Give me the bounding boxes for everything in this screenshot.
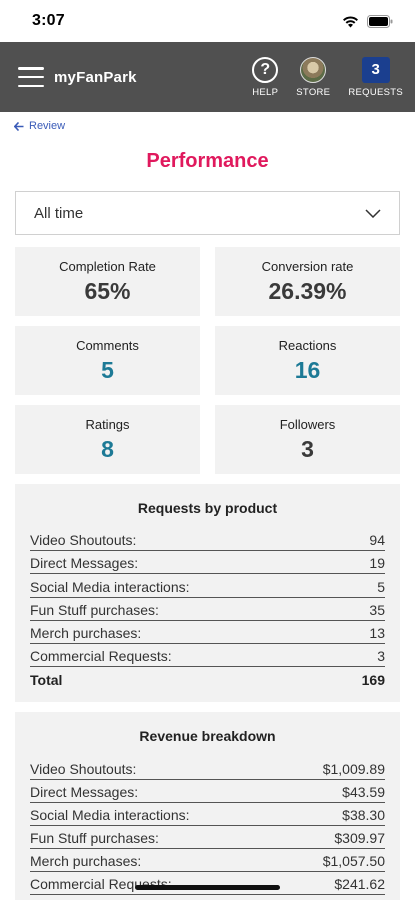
help-label: HELP	[252, 86, 279, 98]
status-icons	[342, 14, 393, 28]
row-label: Fun Stuff purchases:	[30, 830, 159, 847]
row-value: 13	[369, 624, 385, 641]
row-value: $241.62	[334, 876, 385, 893]
stat-value[interactable]: 8	[101, 436, 114, 463]
requests-count-badge: 3	[361, 56, 390, 83]
stat-value: 26.39%	[268, 277, 347, 304]
back-link[interactable]: Review	[0, 112, 415, 132]
battery-icon	[367, 14, 393, 28]
hamburger-menu-icon[interactable]	[18, 67, 44, 87]
table-row: Social Media interactions: 5	[30, 574, 385, 598]
table-row: Merch purchases: 13	[30, 621, 385, 644]
stat-value: 3	[301, 435, 314, 462]
table-total-row: Total 169	[30, 667, 385, 690]
table-row: Video Shoutouts: $1,009.89	[30, 756, 385, 780]
row-label: Video Shoutouts:	[30, 760, 137, 777]
total-label: Total	[30, 672, 63, 689]
row-value: $1,057.50	[322, 853, 385, 870]
page-title: Performance	[146, 150, 269, 172]
row-value: 3	[377, 648, 385, 665]
row-label: Direct Messages:	[30, 555, 139, 572]
stat-label: Reactions	[278, 337, 337, 353]
table-row: Commercial Requests: 3	[30, 644, 385, 668]
stat-value[interactable]: 16	[295, 357, 321, 384]
requests-by-product-card: Requests by product Video Shoutouts: 94 D…	[15, 484, 400, 703]
table-row: Fun Stuff purchases: 35	[30, 598, 385, 621]
row-value: $309.97	[334, 830, 385, 847]
row-value: 19	[369, 555, 385, 572]
requests-button[interactable]: 3 REQUESTS	[348, 56, 403, 98]
stat-value: 65%	[84, 277, 131, 304]
row-value: 94	[369, 532, 385, 549]
back-arrow-icon	[14, 121, 24, 131]
stat-card-ratings[interactable]: Ratings 8	[15, 405, 200, 474]
row-label: Social Media interactions:	[30, 806, 190, 823]
table-row: Merch purchases: $1,057.50	[30, 849, 385, 873]
stat-label: Followers	[279, 416, 336, 432]
row-value: $43.59	[342, 783, 385, 800]
table-row: Direct Messages: 19	[30, 551, 385, 575]
row-label: Merch purchases:	[30, 624, 142, 641]
stat-label: Completion Rate	[59, 258, 156, 274]
row-label: Fun Stuff purchases:	[30, 601, 159, 618]
total-value: 169	[361, 672, 385, 689]
stat-card-comments[interactable]: Comments 5	[15, 326, 200, 395]
status-time: 3:07	[32, 12, 65, 29]
stats-grid: Completion Rate 65% Conversion rate 26.3…	[15, 247, 400, 474]
stat-label: Ratings	[85, 416, 130, 432]
store-label: STORE	[296, 86, 331, 98]
table-row: Commercial Requests: $241.62	[30, 872, 385, 896]
row-label: Video Shoutouts:	[30, 532, 137, 549]
back-link-label: Review	[29, 120, 66, 132]
table-row: Direct Messages: $43.59	[30, 780, 385, 803]
stat-value[interactable]: 5	[101, 357, 114, 384]
revenue-breakdown-title: Revenue breakdown	[139, 728, 276, 745]
stat-card-reactions[interactable]: Reactions 16	[215, 326, 400, 395]
row-value: $38.30	[342, 806, 385, 823]
stat-label: Conversion rate	[261, 258, 354, 274]
row-label: Merch purchases:	[30, 853, 142, 870]
chevron-down-icon	[365, 208, 381, 218]
table-row: Social Media interactions: $38.30	[30, 803, 385, 826]
row-value: $1,009.89	[322, 760, 385, 777]
requests-label: REQUESTS	[348, 86, 403, 98]
wifi-icon	[342, 15, 359, 28]
stat-label: Comments	[76, 337, 139, 353]
brand-name[interactable]: myFanPark	[54, 69, 234, 86]
help-button[interactable]: ? HELP	[252, 56, 279, 98]
time-range-select[interactable]: All time	[15, 191, 400, 235]
stat-card-completion-rate: Completion Rate 65%	[15, 247, 200, 316]
store-avatar	[300, 56, 327, 83]
help-icon: ?	[252, 56, 279, 83]
time-range-value: All time	[34, 204, 84, 222]
home-indicator[interactable]	[135, 885, 280, 890]
stat-card-followers: Followers 3	[215, 405, 400, 474]
row-label: Direct Messages:	[30, 783, 139, 800]
table-row: Fun Stuff purchases: $309.97	[30, 826, 385, 850]
row-label: Social Media interactions:	[30, 578, 190, 595]
app-bar: myFanPark ? HELP STORE 3 REQUESTS	[0, 42, 415, 112]
row-value: 5	[377, 578, 385, 595]
revenue-breakdown-card: Revenue breakdown Video Shoutouts: $1,009…	[15, 712, 400, 900]
table-row: Video Shoutouts: 94	[30, 528, 385, 552]
status-bar: 3:07	[0, 0, 415, 42]
stat-card-conversion-rate: Conversion rate 26.39%	[215, 247, 400, 316]
row-value: 35	[369, 601, 385, 618]
requests-by-product-title: Requests by product	[137, 500, 278, 516]
store-button[interactable]: STORE	[296, 56, 331, 98]
row-label: Commercial Requests:	[30, 648, 172, 665]
